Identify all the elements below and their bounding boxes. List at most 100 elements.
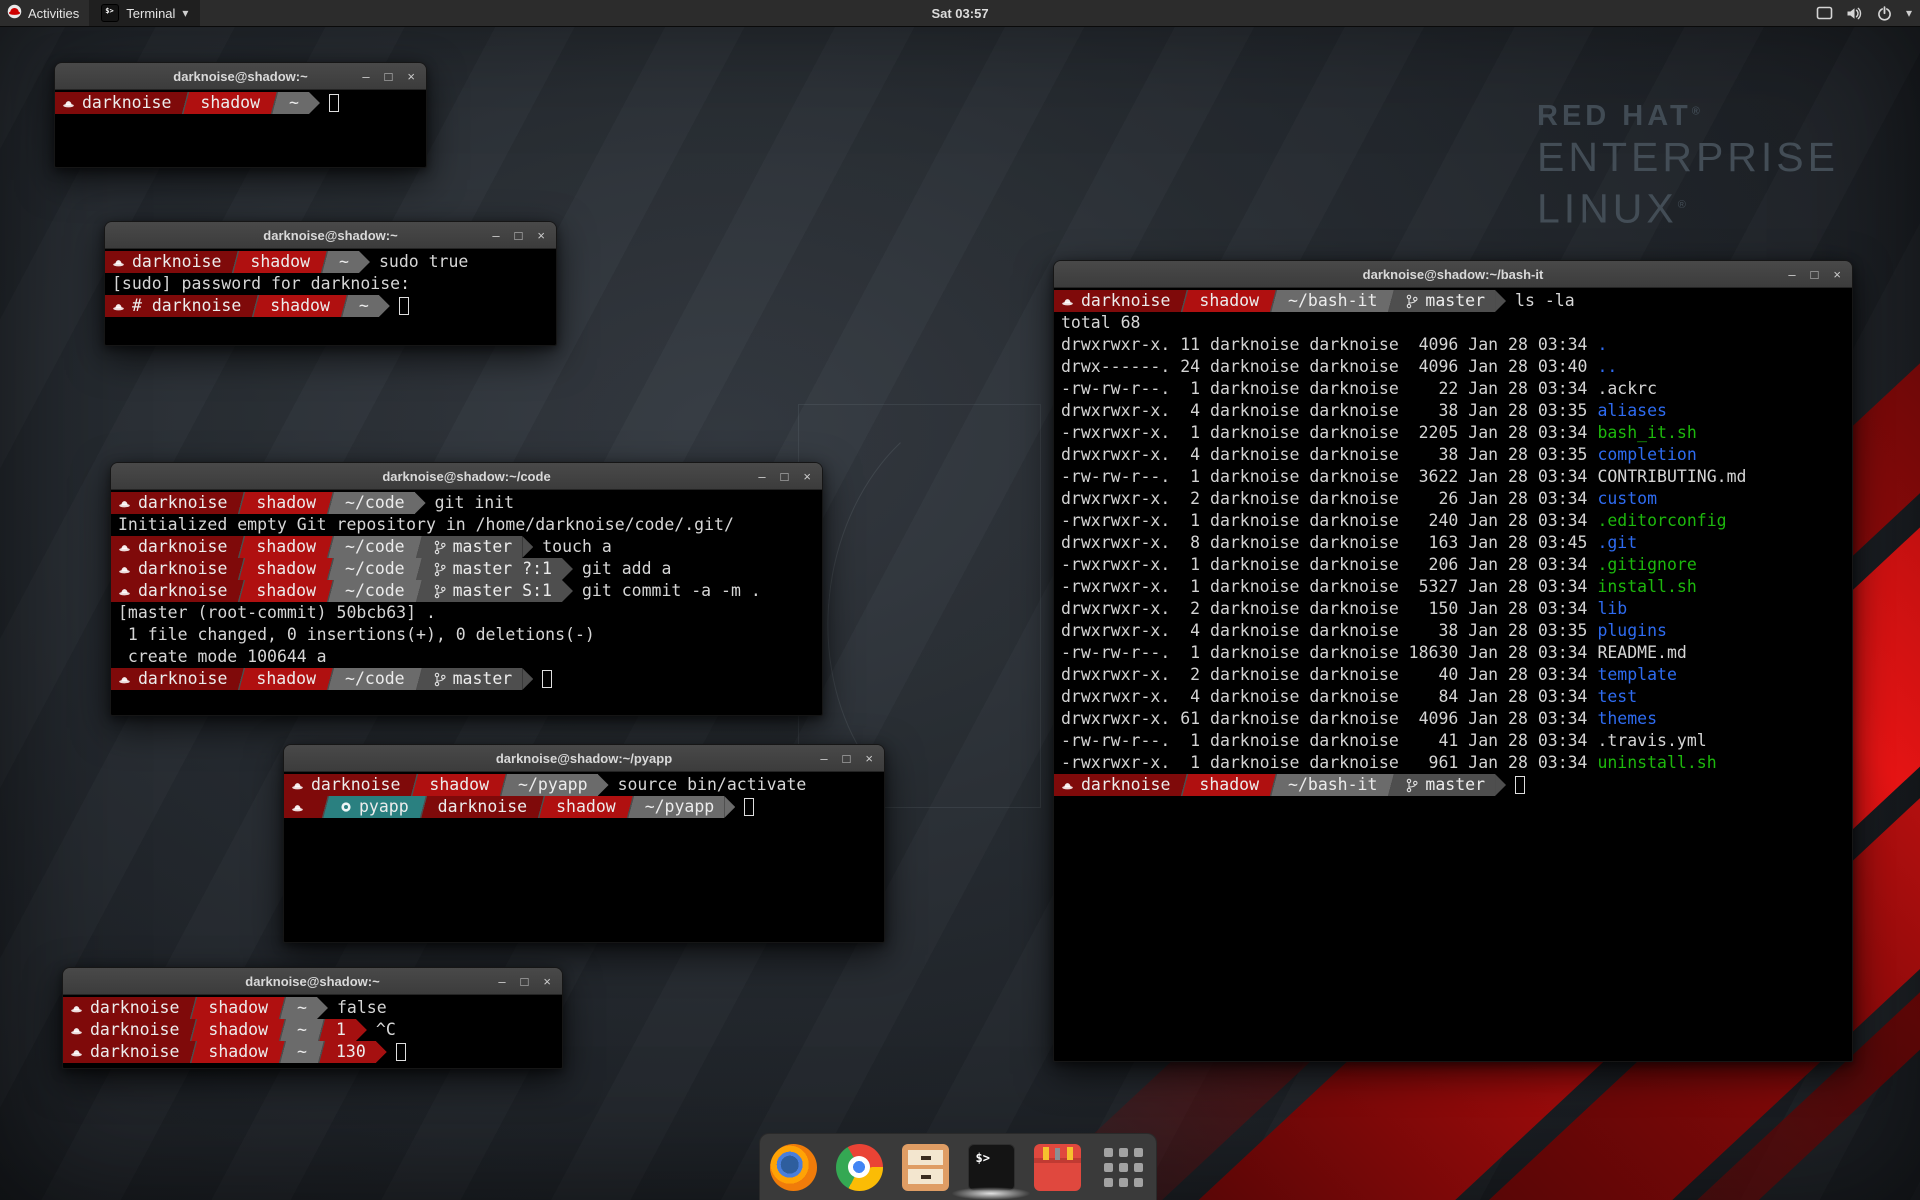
hat-icon	[118, 585, 131, 598]
close-button[interactable]: ×	[407, 70, 415, 83]
prompt-segment-user: darknoise	[63, 1019, 189, 1041]
prompt-segment-git: master	[424, 536, 523, 558]
app-menu-terminal[interactable]: $> Terminal ▾	[89, 0, 200, 26]
file-name: .	[1597, 334, 1607, 356]
segment-text: darknoise	[438, 796, 527, 818]
terminal-window-code[interactable]: darknoise@shadow:~/code –□× darknoisesha…	[110, 462, 823, 716]
file-name: lib	[1597, 598, 1627, 620]
system-menu-chevron-icon[interactable]: ▾	[1906, 6, 1912, 20]
minimize-button[interactable]: –	[362, 70, 369, 83]
dock-icon-app-grid[interactable]	[1100, 1144, 1147, 1191]
activities-button[interactable]: Activities	[0, 0, 89, 26]
prompt-segment-host: shadow	[246, 558, 326, 580]
hat-icon	[112, 256, 125, 269]
minimize-button[interactable]: –	[758, 470, 765, 483]
maximize-button[interactable]: □	[385, 70, 393, 83]
display-icon[interactable]	[1816, 5, 1833, 21]
close-button[interactable]: ×	[1833, 268, 1841, 281]
logo-line-enterprise: ENTERPRISE	[1537, 133, 1839, 181]
close-button[interactable]: ×	[543, 975, 551, 988]
segment-text: 130	[336, 1041, 366, 1063]
segment-text: master	[453, 536, 513, 558]
titlebar[interactable]: darknoise@shadow:~/bash-it –□×	[1054, 261, 1852, 288]
dock-icon-firefox[interactable]	[770, 1144, 817, 1191]
close-button[interactable]: ×	[537, 229, 545, 242]
segment-separator	[237, 580, 246, 602]
prompt-segment-user: # darknoise	[105, 295, 251, 317]
segment-separator	[317, 1019, 326, 1041]
clock[interactable]: Sat 03:57	[931, 6, 988, 21]
titlebar[interactable]: darknoise@shadow:~ – □ ×	[105, 222, 556, 249]
minimize-button[interactable]: –	[492, 229, 499, 242]
segment-text: shadow	[256, 536, 316, 558]
prompt-segment-path: ~	[287, 1019, 317, 1041]
segment-separator	[419, 796, 428, 818]
terminal-body[interactable]: darknoiseshadow~	[55, 90, 426, 167]
titlebar[interactable]: darknoise@shadow:~ –□×	[63, 968, 562, 995]
output-text: 1 file changed, 0 insertions(+), 0 delet…	[111, 624, 595, 646]
segment-text: # darknoise	[132, 295, 241, 317]
window-title: darknoise@shadow:~	[263, 228, 397, 243]
dock-icon-terminal[interactable]: $>	[968, 1144, 1015, 1191]
hat-icon	[291, 801, 304, 814]
terminal-window-home-1[interactable]: darknoise@shadow:~ –□× darknoiseshadow~	[54, 62, 427, 168]
terminal-window-bash-it[interactable]: darknoise@shadow:~/bash-it –□× darknoise…	[1053, 260, 1853, 1062]
segment-text: ~/code	[345, 558, 405, 580]
prompt-segment-exit: 1	[326, 1019, 356, 1041]
prompt-segment-path: ~/code	[335, 558, 415, 580]
prompt-segment-path: ~/code	[335, 668, 415, 690]
hat-icon	[70, 1046, 83, 1059]
terminal-window-home-2[interactable]: darknoise@shadow:~ –□× darknoiseshadow~f…	[62, 967, 563, 1069]
maximize-button[interactable]: □	[843, 752, 851, 765]
file-row-meta: drwx------. 24 darknoise darknoise 4096 …	[1054, 356, 1597, 378]
prompt-segment-path: ~	[287, 1041, 317, 1063]
segment-separator	[1180, 290, 1189, 312]
terminal-body[interactable]: darknoiseshadow~falsedarknoiseshadow~1^C…	[63, 995, 562, 1068]
titlebar[interactable]: darknoise@shadow:~/code –□×	[111, 463, 822, 490]
minimize-button[interactable]: –	[498, 975, 505, 988]
minimize-button[interactable]: –	[820, 752, 827, 765]
prompt-segment-user: darknoise	[63, 1041, 189, 1063]
segment-separator	[317, 1041, 326, 1063]
segment-separator	[189, 997, 198, 1019]
segment-separator	[237, 492, 246, 514]
maximize-button[interactable]: □	[781, 470, 789, 483]
segment-separator	[320, 251, 329, 273]
file-row-meta: drwxrwxr-x. 8 darknoise darknoise 163 Ja…	[1054, 532, 1597, 554]
output-text: Initialized empty Git repository in /hom…	[111, 514, 734, 536]
terminal-body[interactable]: darknoiseshadow~/pyappsource bin/activat…	[284, 772, 884, 942]
terminal-line: total 68	[1054, 312, 1852, 334]
close-button[interactable]: ×	[865, 752, 873, 765]
segment-separator	[1180, 774, 1189, 796]
file-name: install.sh	[1597, 576, 1696, 598]
minimize-button[interactable]: –	[1788, 268, 1795, 281]
command-text: sudo true	[379, 251, 468, 273]
prompt-segment-path: ~	[349, 295, 379, 317]
volume-icon[interactable]	[1846, 5, 1863, 22]
branch-icon	[434, 584, 446, 599]
terminal-window-pyapp[interactable]: darknoise@shadow:~/pyapp –□× darknoisesh…	[283, 744, 885, 943]
dock-icon-chrome[interactable]	[836, 1144, 883, 1191]
close-button[interactable]: ×	[803, 470, 811, 483]
terminal-body[interactable]: darknoiseshadow~sudo true[sudo] password…	[105, 249, 556, 345]
maximize-button[interactable]: □	[1811, 268, 1819, 281]
file-row-meta: drwxrwxr-x. 2 darknoise darknoise 40 Jan…	[1054, 664, 1597, 686]
prompt-segment-host: shadow	[1189, 290, 1269, 312]
segment-text: darknoise	[90, 1041, 179, 1063]
segment-separator	[326, 668, 335, 690]
dock-icon-files[interactable]	[902, 1144, 949, 1191]
dock-icon-toolbox[interactable]	[1034, 1144, 1081, 1191]
terminal-window-sudo[interactable]: darknoise@shadow:~ – □ × darknoiseshadow~s…	[104, 221, 557, 346]
logo-line-redhat: RED HAT®	[1537, 100, 1839, 133]
terminal-body[interactable]: darknoiseshadow~/bash-itmasterls -latota…	[1054, 288, 1852, 1061]
file-row-meta: -rwxrwxr-x. 1 darknoise darknoise 5327 J…	[1054, 576, 1597, 598]
file-row-meta: -rwxrwxr-x. 1 darknoise darknoise 961 Ja…	[1054, 752, 1597, 774]
maximize-button[interactable]: □	[521, 975, 529, 988]
maximize-button[interactable]: □	[515, 229, 523, 242]
titlebar[interactable]: darknoise@shadow:~ –□×	[55, 63, 426, 90]
command-text: ^C	[376, 1019, 396, 1041]
titlebar[interactable]: darknoise@shadow:~/pyapp –□×	[284, 745, 884, 772]
terminal-body[interactable]: darknoiseshadow~/codegit initInitialized…	[111, 490, 822, 715]
power-icon[interactable]	[1876, 5, 1893, 22]
prompt-segment-host: shadow	[190, 92, 270, 114]
